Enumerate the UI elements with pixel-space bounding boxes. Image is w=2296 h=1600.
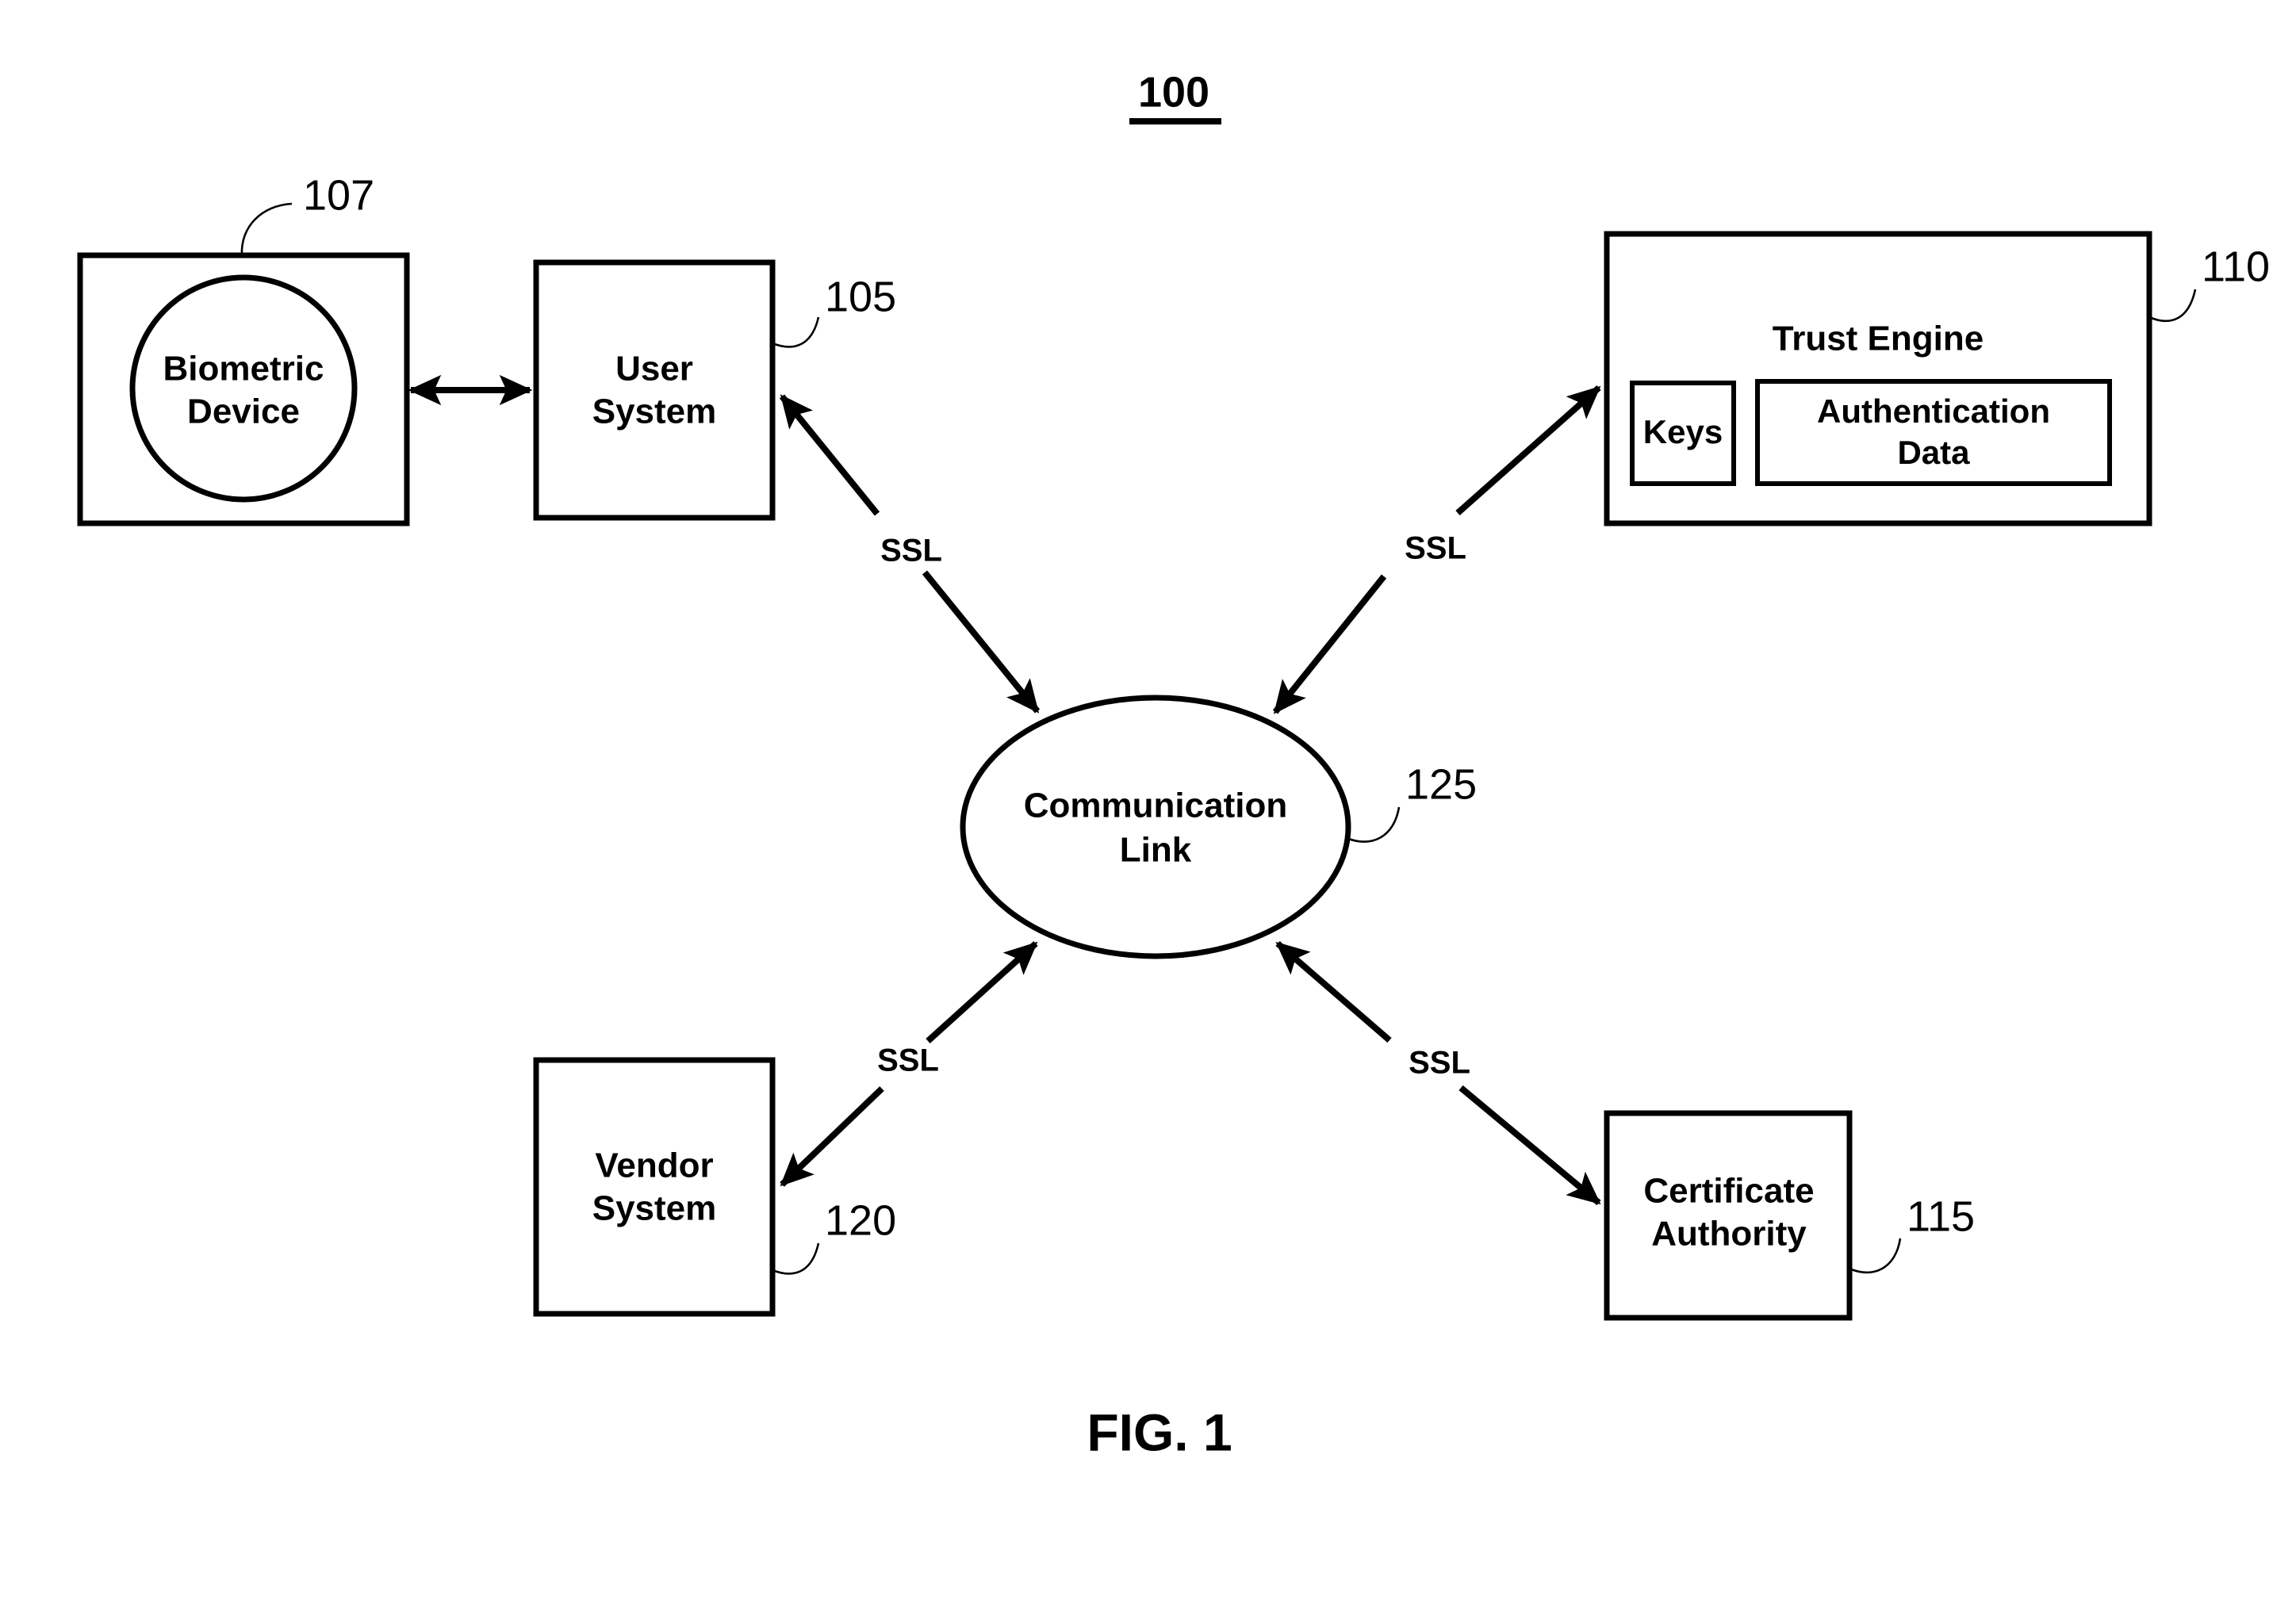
- user-system-node[interactable]: User System: [533, 259, 776, 521]
- trust-engine-auth-data-line2: Data: [1897, 434, 1970, 471]
- certificate-authority-ref-callout: 115: [1849, 1192, 1975, 1274]
- ssl-label-certificate-authority: SSL: [1409, 1046, 1470, 1081]
- ssl-link-vendor-segment-lower: [780, 1086, 884, 1187]
- user-system-leader-line: [772, 316, 820, 348]
- trust-engine-leader-line: [2148, 289, 2197, 323]
- ssl-label-vendor-system: SSL: [877, 1043, 939, 1078]
- certificate-authority-label-line1: Certificate: [1643, 1172, 1814, 1211]
- ssl-link-ca-segment-lower: [1458, 1085, 1601, 1206]
- ssl-link-trust-engine: SSL: [1272, 385, 1601, 714]
- biometric-device-box[interactable]: [77, 252, 410, 526]
- figure-number-text: 100: [1138, 68, 1209, 116]
- certificate-authority-ref-text: 115: [1907, 1192, 1975, 1240]
- vendor-system-label-line2: System: [592, 1189, 717, 1228]
- ssl-link-vendor-segment-upper: [926, 941, 1038, 1043]
- certificate-authority-leader-line: [1849, 1238, 1902, 1274]
- user-system-box[interactable]: [533, 259, 776, 521]
- trust-engine-node[interactable]: Trust Engine Keys Authentication Data: [1604, 231, 2152, 526]
- ssl-link-user-segment-lower: [922, 570, 1041, 714]
- ssl-link-user-segment-upper: [779, 394, 880, 516]
- certificate-authority-label-line2: Authority: [1651, 1215, 1807, 1254]
- communication-link-ref-callout: 125: [1346, 760, 1477, 843]
- vendor-system-box[interactable]: [533, 1057, 776, 1317]
- user-system-ref-text: 105: [825, 273, 896, 320]
- communication-link-ref-text: 125: [1405, 760, 1477, 808]
- certificate-authority-node[interactable]: Certificate Authority: [1604, 1110, 1853, 1321]
- biometric-device-leader-line: [240, 202, 293, 256]
- ssl-label-trust-engine: SSL: [1405, 531, 1466, 566]
- vendor-system-label-line1: Vendor: [595, 1146, 713, 1185]
- ssl-link-vendor-system: SSL: [780, 941, 1038, 1187]
- ssl-label-user-system: SSL: [880, 534, 942, 568]
- communication-link-node[interactable]: Communication Link: [960, 695, 1351, 959]
- diagram-canvas: 100 Biometric Device 107 User System 105: [77, 68, 2270, 1461]
- communication-link-ellipse[interactable]: [960, 695, 1351, 959]
- communication-link-label-line1: Communication: [1024, 787, 1287, 825]
- biometric-device-ref-callout: 107: [240, 171, 374, 256]
- communication-link-label-line2: Link: [1120, 831, 1192, 870]
- vendor-system-leader-line: [772, 1242, 820, 1275]
- trust-engine-auth-data-line1: Authentication: [1817, 392, 2050, 430]
- figure-caption: FIG. 1: [1087, 1403, 1232, 1461]
- trust-engine-ref-text: 110: [2202, 243, 2270, 290]
- vendor-system-ref-text: 120: [825, 1196, 896, 1244]
- user-system-ref-callout: 105: [772, 273, 896, 348]
- vendor-system-node[interactable]: Vendor System: [533, 1057, 776, 1317]
- user-system-label-line2: System: [592, 392, 717, 431]
- user-system-label-line1: User: [615, 350, 693, 389]
- vendor-system-ref-callout: 120: [772, 1196, 896, 1275]
- ssl-link-trust-segment-lower: [1272, 574, 1387, 714]
- biometric-device-ref-text: 107: [303, 171, 374, 219]
- trust-engine-title: Trust Engine: [1773, 320, 1984, 358]
- ssl-link-certificate-authority: SSL: [1275, 940, 1601, 1206]
- ssl-link-ca-segment-upper: [1275, 940, 1392, 1043]
- biometric-device-node[interactable]: Biometric Device: [77, 252, 410, 526]
- trust-engine-keys-label: Keys: [1643, 413, 1723, 450]
- ssl-link-trust-segment-upper: [1455, 385, 1601, 515]
- biometric-device-label-line2: Device: [187, 392, 300, 431]
- trust-engine-ref-callout: 110: [2148, 243, 2270, 323]
- figure-number: 100: [1129, 68, 1221, 124]
- patent-figure: 100 Biometric Device 107 User System 105: [0, 0, 2296, 1600]
- communication-link-leader-line: [1346, 806, 1401, 843]
- ssl-link-user-system: SSL: [779, 394, 1041, 714]
- biometric-device-label-line1: Biometric: [163, 350, 324, 389]
